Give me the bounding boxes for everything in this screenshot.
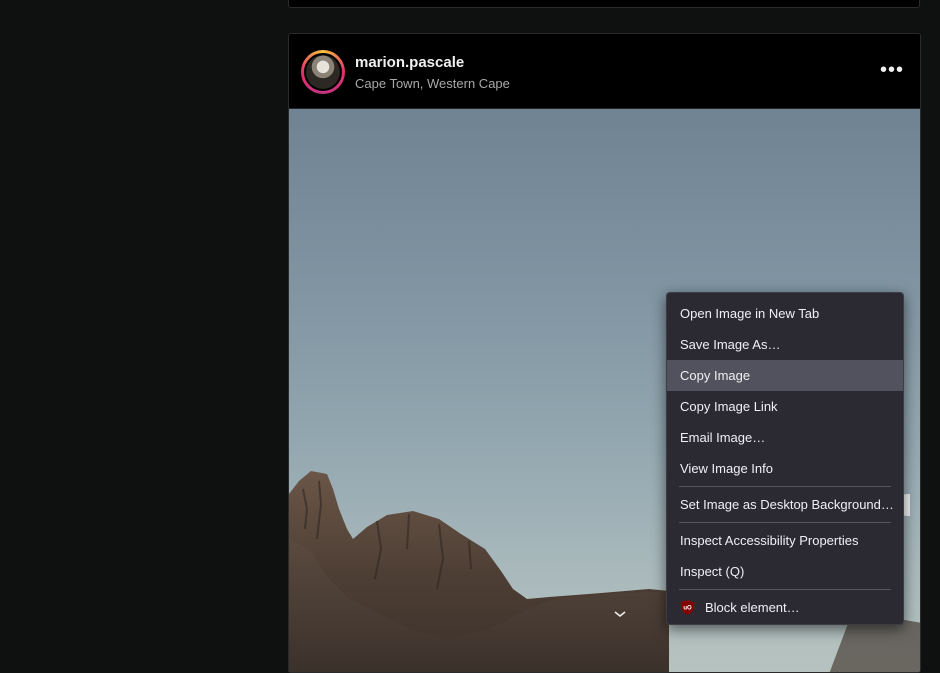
previous-post-card bbox=[288, 0, 920, 8]
ublock-origin-icon: uO bbox=[680, 600, 695, 615]
menu-item-label: Block element… bbox=[705, 600, 800, 615]
menu-separator bbox=[679, 486, 891, 487]
menu-item-view-image-info[interactable]: View Image Info bbox=[667, 453, 903, 484]
avatar-story-ring[interactable] bbox=[301, 50, 345, 94]
menu-item-save-image-as[interactable]: Save Image As… bbox=[667, 329, 903, 360]
svg-text:uO: uO bbox=[683, 606, 692, 612]
menu-separator bbox=[679, 522, 891, 523]
more-options-icon[interactable]: ••• bbox=[880, 60, 904, 80]
menu-item-copy-image-link[interactable]: Copy Image Link bbox=[667, 391, 903, 422]
menu-item-block-element[interactable]: uO Block element… bbox=[667, 592, 903, 623]
menu-item-open-image-new-tab[interactable]: Open Image in New Tab bbox=[667, 298, 903, 329]
post-location[interactable]: Cape Town, Western Cape bbox=[355, 76, 510, 91]
menu-item-set-desktop-background[interactable]: Set Image as Desktop Background… bbox=[667, 489, 903, 520]
menu-item-inspect[interactable]: Inspect (Q) bbox=[667, 556, 903, 587]
menu-item-email-image[interactable]: Email Image… bbox=[667, 422, 903, 453]
avatar-image bbox=[306, 55, 340, 89]
context-menu: Open Image in New Tab Save Image As… Cop… bbox=[666, 292, 904, 625]
menu-item-copy-image[interactable]: Copy Image bbox=[667, 360, 903, 391]
post-username[interactable]: marion.pascale bbox=[355, 54, 464, 71]
avatar[interactable] bbox=[304, 53, 342, 91]
menu-separator bbox=[679, 589, 891, 590]
menu-item-inspect-accessibility[interactable]: Inspect Accessibility Properties bbox=[667, 525, 903, 556]
post-header: marion.pascale Cape Town, Western Cape •… bbox=[289, 34, 920, 109]
